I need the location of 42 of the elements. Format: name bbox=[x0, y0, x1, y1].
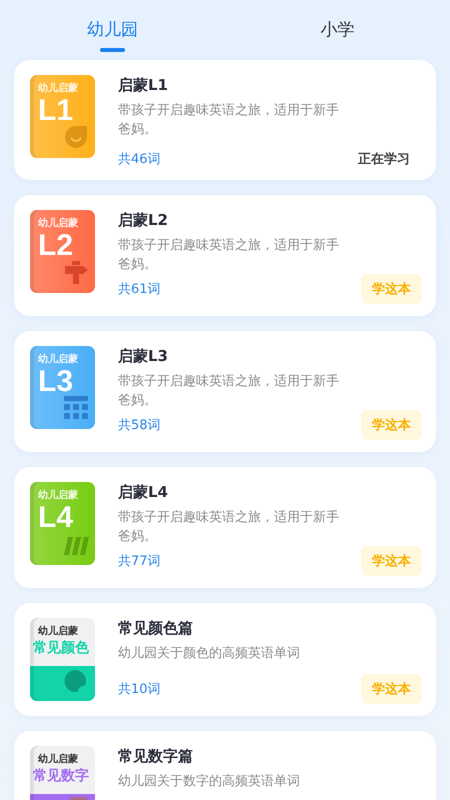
cover-level: L3 bbox=[38, 365, 74, 399]
calculator-icon bbox=[63, 395, 89, 421]
book-description: 幼儿园关于颜色的高频英语单词 bbox=[118, 645, 301, 663]
book-card[interactable]: 幼儿启蒙 常见颜色 常见颜色篇 幼儿园关于颜色的高频英语单词 共10词 学这本 bbox=[14, 603, 436, 716]
learning-status: 正在学习 bbox=[358, 151, 410, 168]
cover-level: L1 bbox=[38, 94, 74, 128]
cover-label: 幼儿启蒙 bbox=[38, 624, 78, 638]
cover-level: L4 bbox=[38, 501, 74, 535]
word-count: 共10词 bbox=[118, 681, 161, 698]
book-description: 带孩子开启趣味英语之旅，适用于新手爸妈。 bbox=[118, 509, 340, 546]
tab[interactable]: 小学 bbox=[225, 0, 450, 60]
book-description: 带孩子开启趣味英语之旅，适用于新手爸妈。 bbox=[118, 102, 340, 139]
cover-label: 幼儿启蒙 bbox=[38, 81, 78, 95]
cover-title: 常见数字 bbox=[33, 767, 89, 785]
cover-label: 幼儿启蒙 bbox=[38, 752, 78, 766]
word-count: 共58词 bbox=[118, 417, 161, 434]
book-description: 幼儿园关于数字的高频英语单词 bbox=[118, 773, 301, 791]
book-title: 启蒙L2 bbox=[118, 211, 169, 230]
book-title: 常见颜色篇 bbox=[118, 619, 194, 638]
book-card[interactable]: 幼儿启蒙 L1 启蒙L1 带孩子开启趣味英语之旅，适用于新手爸妈。 共46词 正在学习 bbox=[14, 60, 436, 180]
word-count: 共61词 bbox=[118, 281, 161, 298]
book-card[interactable]: 幼儿启蒙 L4 启蒙L4 带孩子开启趣味英语之旅，适用于新手爸妈。 共77词 学这本 bbox=[14, 467, 436, 588]
drop-icon bbox=[63, 124, 89, 150]
book-card[interactable]: 幼儿启蒙 常见数字 常见数字篇 幼儿园关于数字的高频英语单词 bbox=[14, 731, 436, 800]
sign-icon bbox=[63, 259, 89, 285]
book-title: 启蒙L3 bbox=[118, 347, 169, 366]
cover-level: L2 bbox=[38, 229, 74, 263]
book-card[interactable]: 幼儿启蒙 L3 启蒙L3 带孩子开启趣味英语之旅，适用于新手爸妈。 共58词 学这本 bbox=[14, 331, 436, 452]
book-description: 带孩子开启趣味英语之旅，适用于新手爸妈。 bbox=[118, 237, 340, 274]
word-count: 共46词 bbox=[118, 151, 161, 168]
cover-label: 幼儿启蒙 bbox=[38, 488, 78, 502]
cover-label: 幼儿启蒙 bbox=[38, 352, 78, 366]
stripes-icon bbox=[63, 535, 89, 557]
palette-icon bbox=[63, 669, 87, 693]
book-card[interactable]: 幼儿启蒙 L2 启蒙L2 带孩子开启趣味英语之旅，适用于新手爸妈。 共61词 学这本 bbox=[14, 195, 436, 316]
book-description: 带孩子开启趣味英语之旅，适用于新手爸妈。 bbox=[118, 373, 340, 410]
book-title: 启蒙L4 bbox=[118, 483, 169, 502]
cover-label: 幼儿启蒙 bbox=[38, 216, 78, 230]
cover-title: 常见颜色 bbox=[33, 639, 89, 657]
word-count: 共77词 bbox=[118, 553, 161, 570]
book-title: 启蒙L1 bbox=[118, 76, 169, 95]
book-title: 常见数字篇 bbox=[118, 747, 194, 766]
